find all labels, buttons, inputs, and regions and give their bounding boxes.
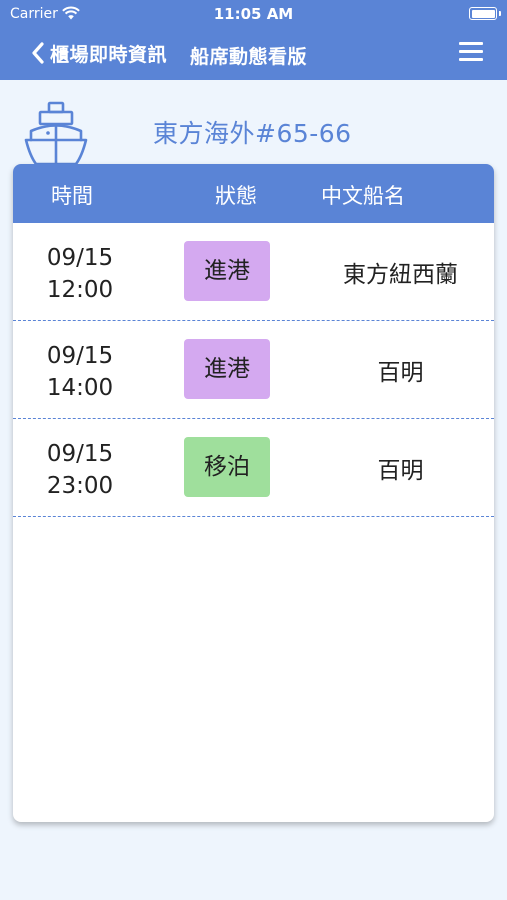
berth-status-board: 時間 狀態 中文船名 09/15 12:00 進港 東方紐西蘭 09/15 14… [13,164,494,822]
row-date: 09/15 [46,245,114,271]
top-bar: Carrier 11:05 AM 櫃場即時資訊 船席動態看版 [0,0,507,80]
status-time: 11:05 AM [213,5,294,23]
page-title: 船席動態看版 [190,46,308,68]
header-time: 時間 [51,184,93,208]
battery-icon [469,7,501,20]
table-header: 時間 狀態 中文船名 [13,164,494,223]
status-badge: 進港 [184,339,270,399]
row-time: 14:00 [46,375,114,401]
vessel-title: 東方海外#65-66 [153,119,352,148]
status-badge: 進港 [184,241,270,301]
table-row[interactable]: 09/15 23:00 移泊 百明 [13,419,494,517]
table-row[interactable]: 09/15 12:00 進港 東方紐西蘭 [13,223,494,321]
status-bar: Carrier 11:05 AM [0,0,507,28]
ship-name: 百明 [377,458,424,484]
status-badge: 移泊 [184,437,270,497]
back-button[interactable]: 櫃場即時資訊 [30,38,167,68]
chevron-left-icon [32,42,44,64]
ship-icon [24,101,88,166]
header-status: 狀態 [215,184,257,208]
navigation-bar: 櫃場即時資訊 船席動態看版 [0,28,507,80]
row-time: 12:00 [46,277,114,303]
arrival-time: 09/15 23:00 [35,438,125,502]
ship-name: 百明 [377,360,424,386]
ship-name: 東方紐西蘭 [343,262,458,288]
back-button-label: 櫃場即時資訊 [50,43,168,66]
row-date: 09/15 [46,441,114,467]
table-row[interactable]: 09/15 14:00 進港 百明 [13,321,494,419]
arrival-time: 09/15 12:00 [35,242,125,306]
hamburger-menu-icon[interactable] [459,42,483,64]
row-date: 09/15 [46,343,114,369]
row-time: 23:00 [46,473,114,499]
arrival-time: 09/15 14:00 [35,340,125,404]
header-ship-name: 中文船名 [321,184,405,208]
